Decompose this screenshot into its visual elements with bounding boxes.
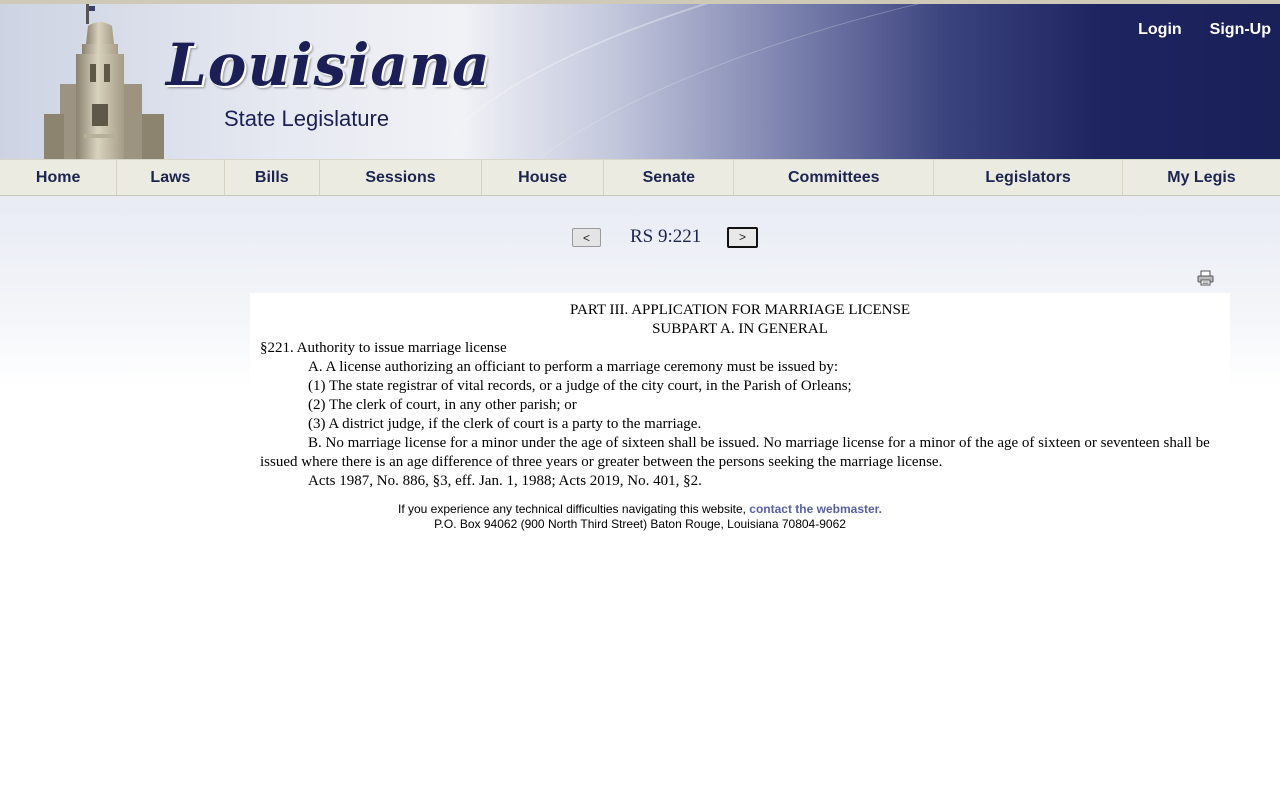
next-law-button[interactable]: > bbox=[727, 227, 758, 248]
signup-link[interactable]: Sign-Up bbox=[1210, 21, 1271, 39]
part-heading: PART III. APPLICATION FOR MARRIAGE LICEN… bbox=[570, 302, 910, 318]
law-citation-title: RS 9:221 bbox=[630, 226, 702, 247]
subpart-heading: SUBPART A. IN GENERAL bbox=[652, 321, 828, 337]
law-pager: < RS 9:221 > bbox=[0, 224, 1280, 254]
page-footer: If you experience any technical difficul… bbox=[0, 502, 1280, 532]
capitol-building-image bbox=[44, 4, 164, 159]
auth-links: Login Sign-Up bbox=[1138, 21, 1271, 39]
nav-item-committees[interactable]: Committees bbox=[734, 160, 935, 195]
footer-line-1: If you experience any technical difficul… bbox=[0, 502, 1280, 517]
nav-item-my-legis[interactable]: My Legis bbox=[1123, 160, 1280, 195]
site-banner: Louisiana State Legislature Login Sign-U… bbox=[0, 4, 1280, 159]
nav-item-bills[interactable]: Bills bbox=[225, 160, 320, 195]
previous-law-button[interactable]: < bbox=[572, 228, 601, 247]
paragraph-a3: (3) A district judge, if the clerk of co… bbox=[308, 416, 702, 432]
footer-help-text: If you experience any technical difficul… bbox=[397, 502, 750, 516]
paragraph-b: B. No marriage license for a minor under… bbox=[260, 435, 1210, 470]
nav-item-laws[interactable]: Laws bbox=[117, 160, 225, 195]
nav-item-house[interactable]: House bbox=[482, 160, 605, 195]
login-link[interactable]: Login bbox=[1138, 21, 1182, 39]
footer-address: P.O. Box 94062 (900 North Third Street) … bbox=[434, 517, 846, 531]
nav-item-home[interactable]: Home bbox=[0, 160, 118, 195]
history-note: Acts 1987, No. 886, §3, eff. Jan. 1, 198… bbox=[308, 473, 702, 489]
paragraph-a2: (2) The clerk of court, in any other par… bbox=[308, 397, 577, 413]
printer-icon[interactable] bbox=[1197, 270, 1214, 286]
logo-title: Louisiana bbox=[166, 31, 491, 99]
paragraph-a1: (1) The state registrar of vital records… bbox=[308, 378, 852, 394]
logo-subtitle: State Legislature bbox=[224, 106, 390, 131]
contact-webmaster-link[interactable]: contact the webmaster. bbox=[749, 502, 882, 516]
section-title: §221. Authority to issue marriage licens… bbox=[260, 340, 507, 356]
paragraph-a: A. A license authorizing an officiant to… bbox=[308, 359, 838, 375]
nav-item-sessions[interactable]: Sessions bbox=[320, 160, 482, 195]
nav-item-senate[interactable]: Senate bbox=[604, 160, 735, 195]
main-nav: Home Laws Bills Sessions House Senate Co… bbox=[0, 159, 1280, 196]
nav-item-legislators[interactable]: Legislators bbox=[934, 160, 1123, 195]
law-document: PART III. APPLICATION FOR MARRIAGE LICEN… bbox=[250, 293, 1230, 491]
